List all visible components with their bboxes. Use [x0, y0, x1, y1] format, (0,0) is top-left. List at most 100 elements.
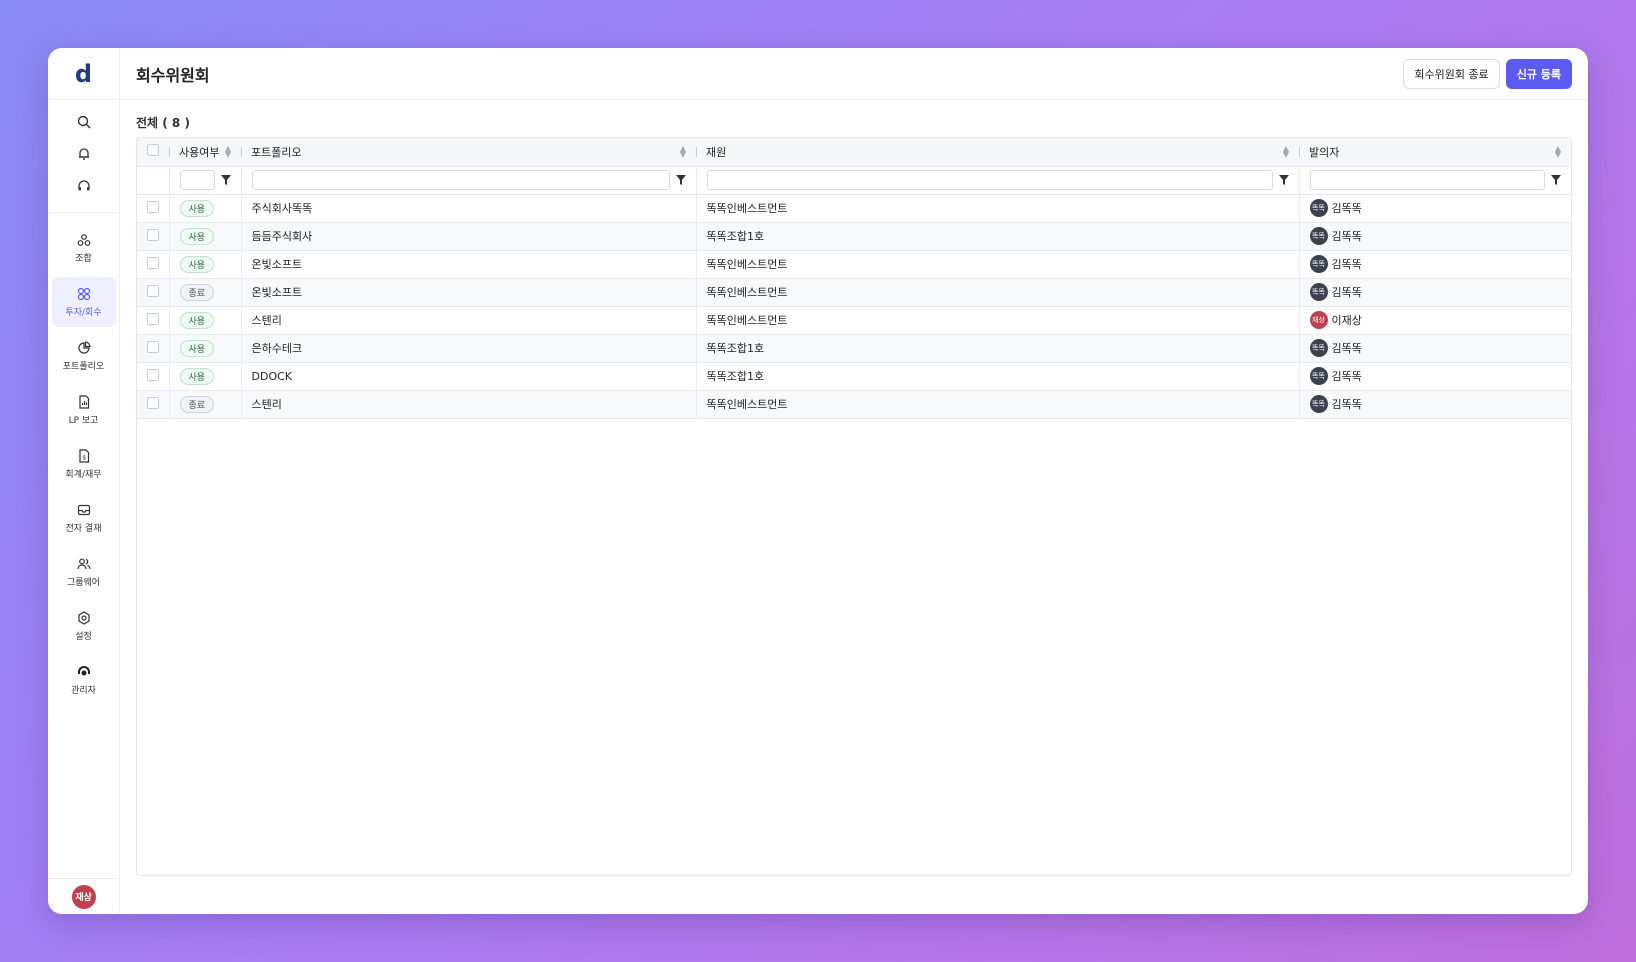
column-label: 발의자 — [1309, 145, 1340, 159]
sort-icon[interactable]: ▲ ▼ — [1555, 144, 1561, 158]
sidebar-item-label: 투자/회수 — [65, 307, 102, 318]
sidebar-item-label: LP 보고 — [68, 415, 99, 426]
fund-cell: 똑똑조합1호 — [695, 222, 1299, 251]
quick-actions — [48, 100, 119, 213]
fund-cell: 똑똑인베스트먼트 — [695, 306, 1299, 335]
avatar: 재상 — [1309, 311, 1328, 329]
table-row[interactable]: 종료 스텐리 똑똑인베스트먼트 똑똑 김똑똑 — [137, 390, 1571, 419]
user-avatar[interactable]: 재상 — [71, 884, 96, 909]
union-icon — [77, 233, 90, 246]
sidebar-item-settings[interactable]: 설정 — [52, 601, 116, 651]
sidebar: d 조합 투자/회수 포트폴리오 LP 보고 $ 회계/재무 전자 결재 그룹웨… — [48, 48, 120, 914]
sidebar-item-groupware[interactable]: 그룹웨어 — [52, 547, 116, 597]
row-checkbox[interactable] — [147, 368, 159, 381]
table-row[interactable]: 사용 스텐리 똑똑인베스트먼트 재상 이재상 — [137, 306, 1571, 335]
fund-cell: 똑똑인베스트먼트 — [695, 390, 1299, 419]
filter-icon[interactable] — [1551, 175, 1561, 185]
sidebar-item-approval[interactable]: 전자 결재 — [52, 493, 116, 543]
sidebar-item-label: 전자 결재 — [65, 523, 102, 534]
search-icon[interactable] — [48, 106, 119, 138]
row-checkbox[interactable] — [147, 340, 159, 353]
avatar: 똑똑 — [1309, 283, 1328, 301]
column-header-proposer[interactable]: 발의자 ▲ ▼ — [1299, 138, 1571, 167]
admin-icon — [77, 665, 90, 675]
portfolio-cell: 온빛소프트 — [240, 278, 696, 307]
fund-cell: 똑똑인베스트먼트 — [695, 194, 1299, 223]
approval-icon — [77, 504, 90, 515]
row-checkbox[interactable] — [147, 200, 159, 213]
sidebar-item-portfolio[interactable]: 포트폴리오 — [52, 331, 116, 381]
sidebar-item-label: 관리자 — [71, 685, 96, 696]
row-checkbox[interactable] — [147, 312, 159, 325]
status-filter-input[interactable] — [179, 170, 215, 190]
sort-icon[interactable]: ▲ ▼ — [1283, 144, 1289, 158]
table-header-row: 사용여부 ▲ ▼ 포트폴리오 ▲ ▼ 재원 ▲ ▼ 발의자 ▲ ▼ — [137, 138, 1571, 167]
investment-icon — [77, 287, 90, 300]
avatar: 똑똑 — [1309, 395, 1328, 413]
fund-cell: 똑똑조합1호 — [695, 334, 1299, 363]
filter-icon[interactable] — [1278, 175, 1289, 185]
avatar: 똑똑 — [1309, 227, 1328, 245]
column-header-portfolio[interactable]: 포트폴리오 ▲ ▼ — [241, 138, 696, 167]
end-committee-button[interactable]: 회수위원회 종료 — [1403, 58, 1500, 89]
main-content: 회수위원회 회수위원회 종료 신규 등록 전체 ( 8 ) 사용여부 ▲ ▼ 포… — [120, 48, 1588, 914]
portfolio-cell: 은하수테크 — [240, 334, 696, 363]
portfolio-cell: DDOCK — [240, 362, 696, 391]
sort-icon[interactable]: ▲ ▼ — [225, 144, 231, 158]
portfolio-filter-input[interactable] — [251, 170, 670, 190]
avatar: 똑똑 — [1309, 367, 1328, 385]
status-badge: 사용 — [179, 367, 215, 385]
portfolio-cell: 스텐리 — [240, 390, 696, 419]
filter-icon[interactable] — [220, 175, 231, 185]
sidebar-item-accounting[interactable]: $ 회계/재무 — [52, 439, 116, 489]
sidebar-item-label: 회계/재무 — [65, 469, 102, 480]
sidebar-nav: 조합 투자/회수 포트폴리오 LP 보고 $ 회계/재무 전자 결재 그룹웨어 … — [48, 213, 119, 705]
sidebar-item-label: 포트폴리오 — [62, 361, 105, 372]
app-logo[interactable]: d — [48, 48, 119, 100]
table-row[interactable]: 사용 DDOCK 똑똑조합1호 똑똑 김똑똑 — [137, 362, 1571, 391]
proposer-name: 김똑똑 — [1331, 370, 1362, 383]
row-checkbox[interactable] — [147, 396, 159, 409]
row-checkbox[interactable] — [147, 228, 159, 241]
sidebar-item-lp-report[interactable]: LP 보고 — [52, 385, 116, 435]
column-header-fund[interactable]: 재원 ▲ ▼ — [696, 138, 1299, 167]
avatar: 똑똑 — [1309, 199, 1328, 217]
table-row[interactable]: 사용 온빛소프트 똑똑인베스트먼트 똑똑 김똑똑 — [137, 250, 1571, 279]
table-row[interactable]: 사용 주식회사똑똑 똑똑인베스트먼트 똑똑 김똑똑 — [137, 194, 1571, 223]
table-filter-row — [137, 166, 1571, 195]
sidebar-item-investment[interactable]: 투자/회수 — [51, 277, 116, 327]
accounting-icon: $ — [78, 448, 89, 463]
column-header-status[interactable]: 사용여부 ▲ ▼ — [169, 138, 241, 167]
fund-cell: 똑똑조합1호 — [695, 362, 1299, 391]
headset-icon[interactable] — [48, 170, 119, 202]
new-register-button[interactable]: 신규 등록 — [1505, 58, 1572, 89]
avatar: 똑똑 — [1309, 339, 1328, 357]
proposer-name: 김똑똑 — [1331, 342, 1362, 355]
fund-filter-input[interactable] — [706, 170, 1273, 190]
status-badge: 종료 — [179, 395, 215, 413]
proposer-name: 이재상 — [1331, 314, 1362, 327]
sidebar-item-admin[interactable]: 관리자 — [52, 655, 116, 705]
table-row[interactable]: 사용 은하수테크 똑똑조합1호 똑똑 김똑똑 — [137, 334, 1571, 363]
bell-icon[interactable] — [48, 138, 119, 170]
proposer-filter-input[interactable] — [1309, 170, 1545, 190]
sidebar-item-label: 조합 — [75, 253, 92, 264]
select-all-checkbox[interactable] — [147, 144, 159, 157]
row-checkbox[interactable] — [147, 284, 159, 297]
fund-cell: 똑똑인베스트먼트 — [695, 250, 1299, 279]
table-row[interactable]: 종료 온빛소프트 똑똑인베스트먼트 똑똑 김똑똑 — [137, 278, 1571, 307]
portfolio-cell: 주식회사똑똑 — [240, 194, 696, 223]
proposer-name: 김똑똑 — [1331, 202, 1362, 215]
sidebar-item-union[interactable]: 조합 — [52, 223, 116, 273]
total-count: 전체 ( 8 ) — [136, 116, 190, 130]
filter-icon[interactable] — [675, 175, 686, 185]
status-badge: 종료 — [179, 283, 215, 301]
portfolio-cell: 온빛소프트 — [240, 250, 696, 279]
status-badge: 사용 — [179, 227, 215, 245]
proposer-name: 김똑똑 — [1331, 258, 1362, 271]
column-label: 포트폴리오 — [251, 145, 302, 159]
status-badge: 사용 — [179, 339, 215, 357]
sort-icon[interactable]: ▲ ▼ — [680, 144, 686, 158]
table-row[interactable]: 사용 듬듬주식회사 똑똑조합1호 똑똑 김똑똑 — [137, 222, 1571, 251]
row-checkbox[interactable] — [147, 256, 159, 269]
